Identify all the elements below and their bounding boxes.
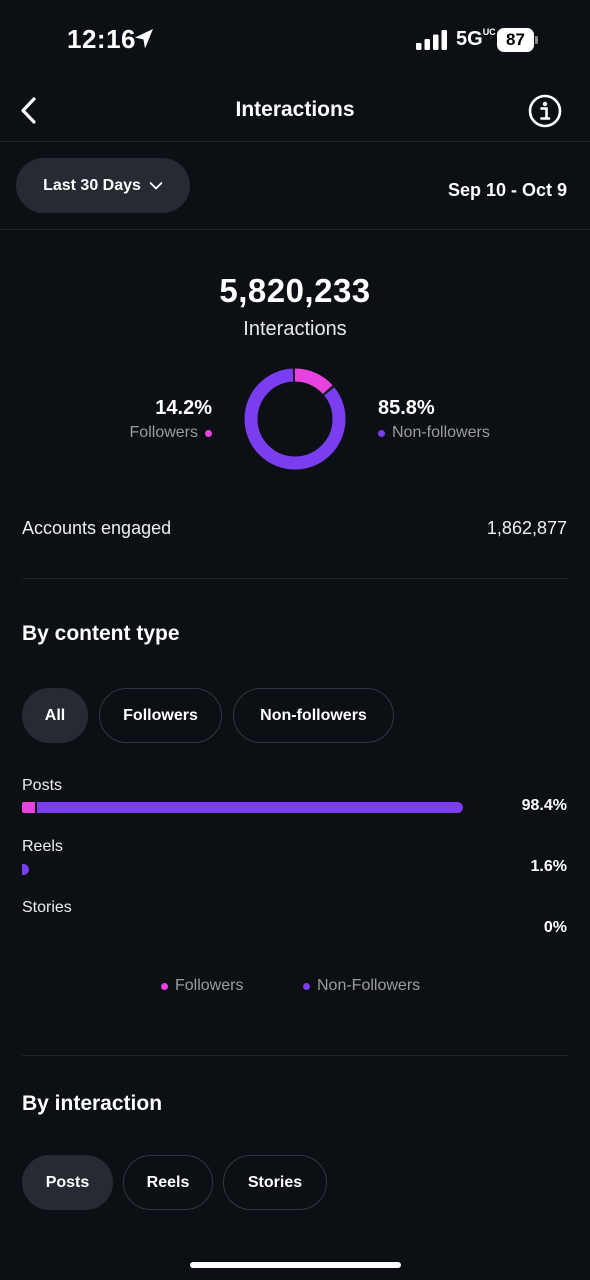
interactions-donut-chart: [244, 368, 346, 470]
location-arrow-icon: [135, 29, 153, 49]
network-type: 5GUC: [456, 27, 496, 50]
battery-level: 87: [497, 28, 534, 52]
total-interactions: 5,820,233: [219, 272, 371, 309]
reels-bar-non-followers: [22, 864, 30, 875]
chip-all[interactable]: All: [22, 688, 88, 743]
reels-bar: [22, 864, 30, 875]
legend-followers-dot: [161, 982, 168, 990]
posts-bar: [22, 802, 463, 813]
total-interactions-label: Interactions: [243, 318, 347, 340]
status-time: 12:16: [67, 24, 136, 54]
stories-percentage: 0%: [543, 919, 567, 936]
legend-non-followers-label: Non-Followers: [317, 977, 421, 994]
cellular-signal-icon: [416, 30, 447, 50]
summary-divider: [22, 578, 568, 579]
posts-label: Posts: [22, 777, 63, 794]
non-followers-legend: Non-followers: [378, 424, 490, 442]
chip-stories[interactable]: Stories: [223, 1155, 327, 1210]
chip-reels[interactable]: Reels: [123, 1155, 213, 1210]
filter-divider: [0, 229, 590, 230]
followers-percentage: 14.2%: [155, 397, 212, 419]
page-title: Interactions: [235, 98, 355, 121]
legend-followers-label: Followers: [175, 977, 244, 994]
posts-bar-followers: [22, 802, 36, 813]
accounts-engaged-label: Accounts engaged: [22, 518, 172, 538]
posts-percentage: 98.4%: [521, 797, 567, 814]
chip-posts[interactable]: Posts: [22, 1155, 113, 1210]
date-range-dropdown[interactable]: Last 30 Days: [16, 158, 190, 213]
stories-label: Stories: [22, 899, 72, 916]
date-range-text: Sep 10 - Oct 9: [447, 180, 567, 200]
header-divider: [0, 141, 590, 142]
non-followers-label: Non-followers: [392, 424, 490, 441]
content-type-title: By content type: [22, 622, 180, 645]
info-icon[interactable]: [528, 94, 562, 128]
battery-icon: 87: [497, 28, 538, 52]
home-indicator[interactable]: [190, 1262, 401, 1268]
accounts-engaged-value: 1,862,877: [486, 518, 567, 538]
interaction-title: By interaction: [22, 1092, 163, 1115]
status-bar: 12:16 5GUC 87: [0, 0, 590, 80]
reels-percentage: 1.6%: [530, 858, 567, 875]
chip-followers[interactable]: Followers: [99, 688, 222, 743]
followers-label: Followers: [129, 424, 198, 441]
followers-dot: [205, 429, 212, 437]
chip-non-followers[interactable]: Non-followers: [233, 688, 394, 743]
followers-legend: Followers: [130, 424, 212, 442]
legend-non-followers: Non-Followers: [303, 977, 420, 995]
posts-bar-non-followers: [37, 802, 463, 813]
content-type-divider: [22, 1055, 568, 1056]
non-followers-percentage: 85.8%: [378, 397, 435, 419]
legend-non-followers-dot: [303, 982, 310, 990]
non-followers-dot: [378, 429, 385, 437]
reels-label: Reels: [22, 838, 63, 855]
date-range-label: Last 30 Days: [43, 176, 141, 194]
legend-followers: Followers: [161, 977, 243, 995]
chevron-down-icon: [149, 181, 163, 189]
